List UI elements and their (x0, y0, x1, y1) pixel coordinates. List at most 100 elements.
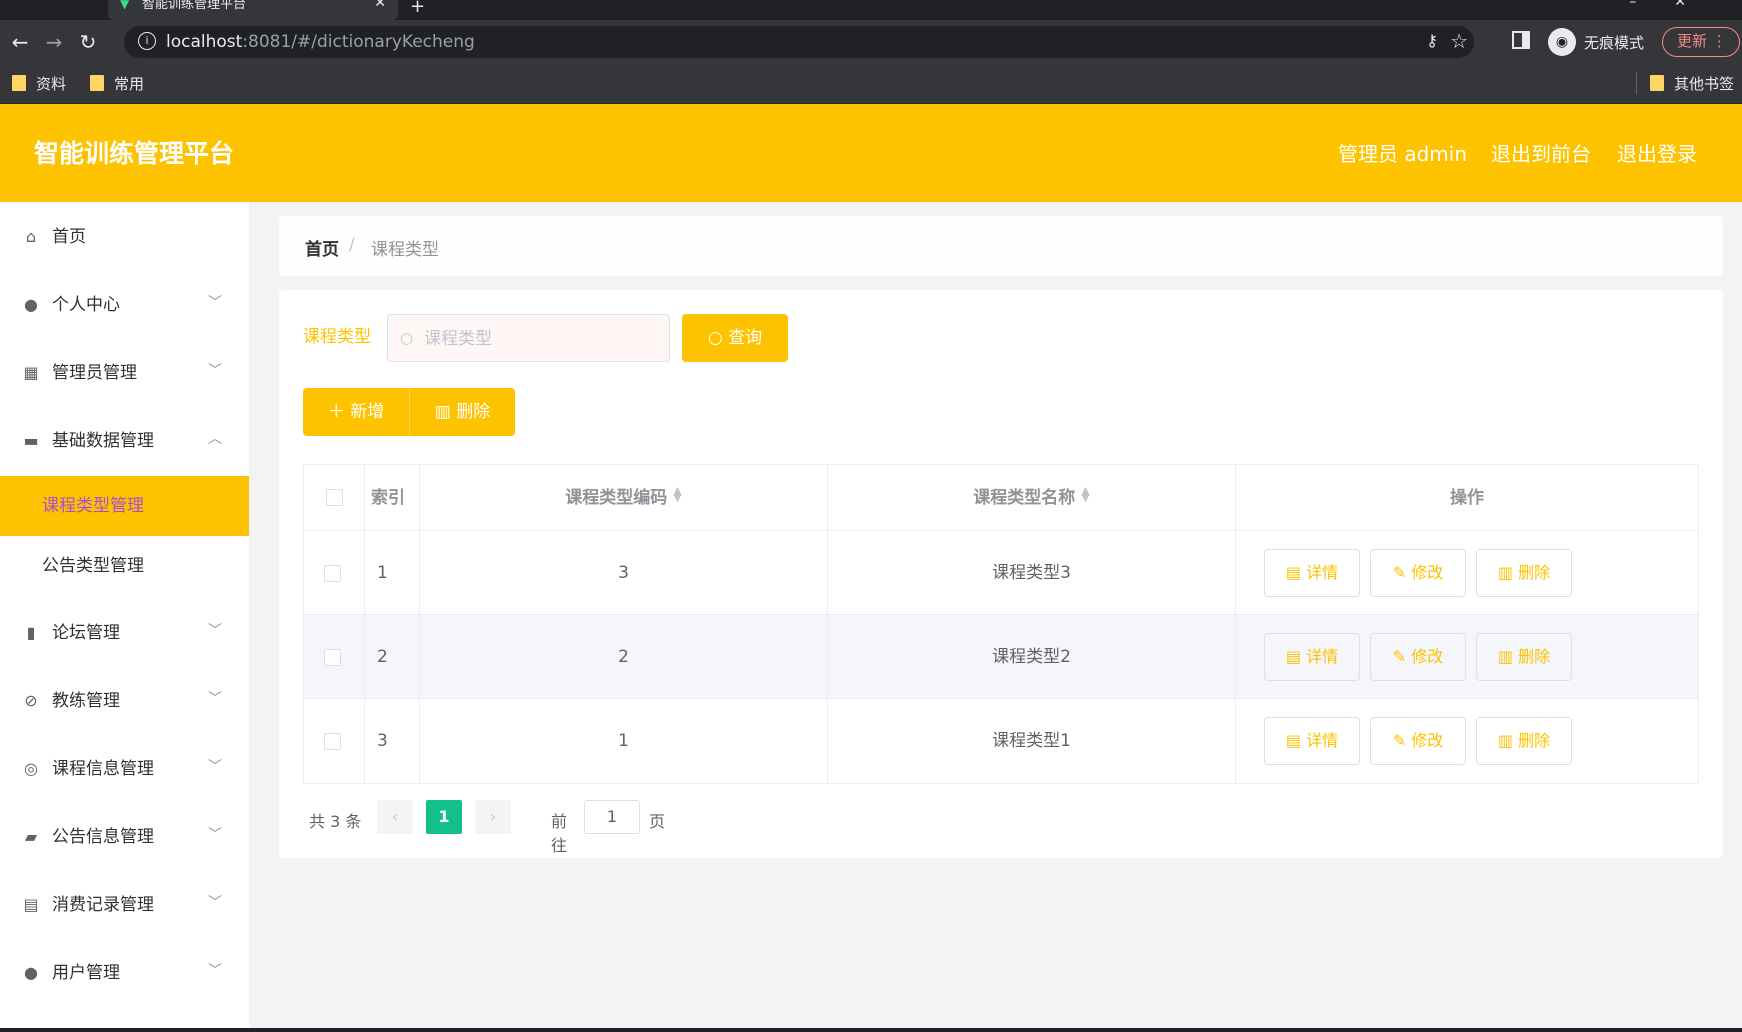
cell-code: 1 (420, 699, 828, 783)
monitor-icon: ▬ (23, 431, 39, 450)
search-input[interactable] (424, 327, 654, 351)
logout-link[interactable]: 退出登录 (1617, 142, 1697, 166)
sidebar-subitem-label: 课程类型管理 (42, 496, 144, 516)
folder-icon (12, 75, 26, 91)
reload-icon[interactable]: ↻ (74, 28, 102, 56)
compass-icon: ◎ (24, 759, 38, 778)
table-row: 1 3 课程类型3 ▤ 详情 ✎ 修改 ▥ 删除 (304, 531, 1698, 615)
sidebar-item-label: 论坛管理 (52, 623, 120, 643)
batch-delete-button[interactable]: ▥ 删除 (409, 388, 515, 436)
goto-page-input[interactable]: 1 (584, 800, 640, 834)
header-name[interactable]: 课程类型名称 ▲ ▼ (828, 465, 1236, 531)
select-all-checkbox[interactable] (326, 489, 343, 506)
sidebar-item-personal[interactable]: ● 个人中心 ﹀ (0, 276, 249, 336)
cell-index: 1 (365, 531, 420, 615)
folder-icon (1650, 75, 1664, 91)
sidebar-item-forum[interactable]: ▮ 论坛管理 ﹀ (0, 604, 249, 664)
sidebar-subitem-notice-type[interactable]: 公告类型管理 (0, 536, 249, 596)
sort-icon[interactable]: ▲ ▼ (1081, 485, 1089, 503)
delete-button[interactable]: ▥ 删除 (1476, 633, 1572, 681)
sidebar-item-label: 首页 (52, 227, 86, 247)
query-button[interactable]: ○ 查询 (682, 314, 788, 362)
delete-button[interactable]: ▥ 删除 (1476, 549, 1572, 597)
new-tab-icon[interactable]: + (410, 0, 425, 17)
sidebar-item-label: 个人中心 (52, 295, 120, 315)
document-icon: ▤ (1285, 647, 1307, 666)
row-checkbox[interactable] (324, 733, 341, 750)
delete-button[interactable]: ▥ 删除 (1476, 717, 1572, 765)
tab-close-icon[interactable]: ✕ (374, 0, 386, 10)
sidebar-item-basic-data[interactable]: ▬ 基础数据管理 ︿ (0, 412, 249, 472)
table-row: 3 1 课程类型1 ▤ 详情 ✎ 修改 ▥ 删除 (304, 699, 1698, 783)
sidebar-item-users[interactable]: ● 用户管理 ﹀ (0, 944, 249, 1004)
sidebar-item-label: 管理员管理 (52, 363, 137, 383)
cell-actions: ▤ 详情 ✎ 修改 ▥ 删除 (1236, 531, 1698, 615)
cell-code: 3 (420, 531, 828, 615)
url-text[interactable]: localhost:8081/#/dictionaryKecheng (166, 32, 475, 52)
cell-code: 2 (420, 615, 828, 699)
to-front-link[interactable]: 退出到前台 (1491, 142, 1591, 166)
other-bookmarks[interactable]: 其他书签 (1650, 74, 1734, 94)
header-code[interactable]: 课程类型编码 ▲ ▼ (420, 465, 828, 531)
update-button[interactable]: 更新 ⋮ (1662, 27, 1740, 57)
browser-tab[interactable]: ▼ 智能训练管理平台 ✕ (108, 0, 398, 20)
content-card: 课程类型 ○ ○ 查询 ＋ 新增 ▥ 删除 索引 课程类型编码▲▼ 课程类型名称… (279, 290, 1723, 858)
breadcrumb-current: 课程类型 (371, 240, 439, 260)
app-title: 智能训练管理平台 (34, 139, 235, 168)
sidebar-item-notice-info[interactable]: ▰ 公告信息管理 ﹀ (0, 808, 249, 868)
pencil-icon: ✎ (1392, 563, 1412, 582)
balloon-icon: ● (24, 963, 38, 982)
sidebar-subitem-course-type[interactable]: 课程类型管理 (0, 476, 249, 536)
sidebar-subitem-label: 公告类型管理 (42, 556, 144, 576)
sidebar-item-admin[interactable]: ▦ 管理员管理 ﹀ (0, 344, 249, 404)
detail-button[interactable]: ▤ 详情 (1264, 633, 1360, 681)
key-icon[interactable]: ⚷ (1426, 31, 1438, 50)
cell-index: 2 (365, 615, 420, 699)
row-checkbox[interactable] (324, 565, 341, 582)
clipboard-icon: ▤ (23, 895, 39, 914)
incognito-icon[interactable]: ◉ (1548, 28, 1576, 56)
chevron-down-icon: ﹀ (208, 963, 222, 979)
edit-button[interactable]: ✎ 修改 (1370, 633, 1466, 681)
pagination-total: 共 3 条 (309, 812, 362, 831)
detail-button[interactable]: ▤ 详情 (1264, 717, 1360, 765)
search-field[interactable]: ○ (387, 314, 670, 362)
sidebar-item-coach[interactable]: ⊘ 教练管理 ﹀ (0, 672, 249, 732)
row-checkbox[interactable] (324, 649, 341, 666)
bookmark-folder[interactable]: 资料 (12, 74, 66, 94)
row-select-cell (304, 531, 365, 615)
sidebar-item-consumption[interactable]: ▤ 消费记录管理 ﹀ (0, 876, 249, 936)
bookmarks-divider (1636, 72, 1637, 94)
edit-button[interactable]: ✎ 修改 (1370, 717, 1466, 765)
breadcrumb: 首页 / 课程类型 (279, 216, 1723, 276)
table-row: 2 2 课程类型2 ▤ 详情 ✎ 修改 ▥ 删除 (304, 615, 1698, 699)
site-info-icon[interactable]: i (138, 32, 156, 50)
chevron-down-icon: ﹀ (208, 895, 222, 911)
back-icon[interactable]: ← (6, 28, 34, 56)
chevron-down-icon: ﹀ (208, 363, 222, 379)
bookmark-folder[interactable]: 常用 (90, 74, 144, 94)
url-box[interactable]: i localhost:8081/#/dictionaryKecheng ⚷ ☆ (124, 26, 1474, 58)
side-panel-icon[interactable] (1512, 31, 1530, 49)
plus-icon: ＋ (327, 402, 351, 422)
trash-icon: ▥ (1497, 647, 1519, 666)
breadcrumb-home[interactable]: 首页 (305, 235, 339, 260)
forward-icon[interactable]: → (40, 28, 68, 56)
chevron-down-icon: ﹀ (208, 759, 222, 775)
sidebar-item-home[interactable]: ⌂ 首页 (0, 208, 249, 268)
add-button[interactable]: ＋ 新增 (303, 388, 409, 436)
admin-user-label: 管理员 admin (1338, 142, 1468, 166)
edit-button[interactable]: ✎ 修改 (1370, 549, 1466, 597)
sidebar-item-course-info[interactable]: ◎ 课程信息管理 ﹀ (0, 740, 249, 800)
prev-page-button[interactable]: ‹ (377, 800, 413, 834)
window-controls[interactable]: –✕ (1629, 0, 1724, 10)
sort-icon[interactable]: ▲ ▼ (673, 485, 681, 503)
detail-button[interactable]: ▤ 详情 (1264, 549, 1360, 597)
pencil-icon: ✎ (1392, 647, 1412, 666)
page-number-active[interactable]: 1 (426, 800, 462, 834)
cell-name: 课程类型1 (828, 699, 1236, 783)
sidebar-item-label: 基础数据管理 (52, 431, 154, 451)
goto-label: 前往 (551, 812, 568, 855)
next-page-button[interactable]: › (475, 800, 511, 834)
bookmark-star-icon[interactable]: ☆ (1450, 29, 1468, 53)
